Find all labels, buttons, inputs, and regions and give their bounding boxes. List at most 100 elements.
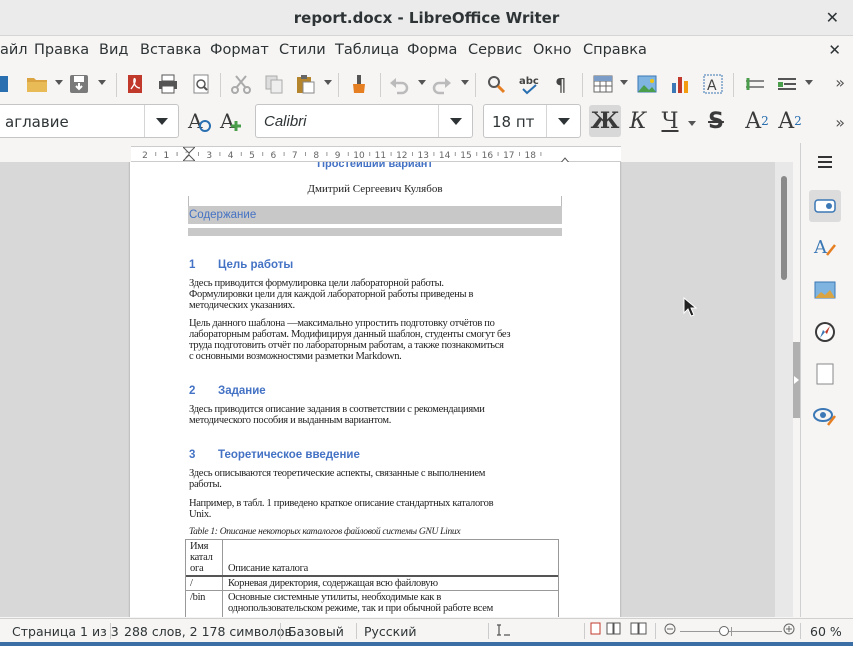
paragraph-style-value: аглавие: [5, 113, 69, 131]
open-folder-icon[interactable]: [24, 71, 50, 97]
insert-mode-icon[interactable]: [496, 622, 512, 641]
menu-edit[interactable]: Правка: [34, 42, 89, 58]
cut-icon[interactable]: [228, 71, 254, 97]
superscript-button[interactable]: A2: [741, 105, 773, 137]
underline-button[interactable]: Ч: [654, 105, 686, 137]
style-inspector-icon[interactable]: [809, 400, 841, 432]
clone-formatting-icon[interactable]: [346, 71, 372, 97]
insert-special-icon[interactable]: [774, 71, 800, 97]
undo-icon[interactable]: [386, 71, 412, 97]
book-view-icon[interactable]: [630, 622, 648, 639]
redo-dropdown-icon[interactable]: [461, 80, 469, 85]
zoom-in-icon[interactable]: [783, 623, 795, 638]
menu-table[interactable]: Таблица: [335, 42, 399, 58]
table-dropdown-icon[interactable]: [620, 80, 628, 85]
underline-dropdown-icon[interactable]: [688, 121, 696, 126]
s2-p1-line: Здесь приводится описание задания в соот…: [189, 404, 485, 415]
document-page[interactable]: Простейший вариант Дмитрий Сергеевич Кул…: [130, 162, 620, 617]
properties-icon[interactable]: [809, 190, 841, 222]
table-cell-name: /bin: [190, 592, 206, 603]
menu-file[interactable]: айл: [0, 42, 28, 58]
styles-icon[interactable]: A: [809, 231, 841, 263]
horizontal-ruler[interactable]: 21123456789101112131415161718: [131, 146, 621, 166]
gallery-icon[interactable]: [809, 274, 841, 306]
new-style-icon[interactable]: A: [216, 105, 248, 137]
print-icon[interactable]: [155, 71, 181, 97]
sidebar-collapse-handle[interactable]: [793, 342, 800, 418]
zoom-level[interactable]: 60 %: [810, 624, 842, 639]
subscript-button[interactable]: A2: [774, 105, 806, 137]
multi-page-view-icon[interactable]: [606, 622, 622, 639]
copy-icon[interactable]: [261, 71, 287, 97]
right-indent-marker-icon[interactable]: [557, 153, 573, 166]
menu-form[interactable]: Форма: [407, 42, 457, 58]
document-close-icon[interactable]: ✕: [828, 41, 841, 59]
formatting-more-icon[interactable]: »: [835, 113, 845, 132]
strikethrough-button[interactable]: S: [700, 105, 732, 137]
paste-dropdown-icon[interactable]: [324, 80, 332, 85]
toolbar-separator: [380, 73, 381, 97]
word-count[interactable]: 288 слов, 2 178 символов: [124, 624, 292, 639]
window-close-button[interactable]: ✕: [826, 8, 839, 27]
formatting-marks-icon[interactable]: ¶: [549, 71, 575, 97]
scrollbar-thumb[interactable]: [781, 176, 787, 280]
menu-tools[interactable]: Сервис: [468, 42, 522, 58]
insert-table-icon[interactable]: [590, 71, 616, 97]
italic-button[interactable]: К: [622, 105, 654, 137]
section-2-number: 2: [189, 385, 196, 397]
menu-help[interactable]: Справка: [583, 42, 647, 58]
paragraph-style-combo[interactable]: аглавие: [0, 104, 179, 138]
zoom-slider-knob[interactable]: [718, 626, 729, 636]
update-style-icon[interactable]: A: [184, 105, 216, 137]
save-icon[interactable]: [66, 71, 92, 97]
font-size-dropdown-icon[interactable]: [546, 105, 580, 137]
special-dropdown-icon[interactable]: [805, 80, 813, 85]
page-count[interactable]: Страница 1 из 3: [12, 624, 119, 639]
ruler-tick-label: 3: [206, 151, 212, 161]
table-caption: Table 1: Описание некоторых каталогов фа…: [189, 527, 461, 537]
spelling-icon[interactable]: abc: [516, 71, 542, 97]
font-name-combo[interactable]: Calibri: [255, 104, 473, 138]
menu-window[interactable]: Окно: [533, 42, 572, 58]
find-replace-icon[interactable]: [483, 71, 509, 97]
navigator-icon[interactable]: [809, 316, 841, 348]
menu-bar: айл Правка Вид Вставка Формат Стили Табл…: [0, 37, 853, 64]
insert-field-icon[interactable]: [742, 71, 768, 97]
undo-dropdown-icon[interactable]: [418, 80, 426, 85]
indent-marker-icon[interactable]: [181, 146, 197, 162]
redo-icon[interactable]: [429, 71, 455, 97]
export-pdf-icon[interactable]: [122, 71, 148, 97]
status-separator: [356, 623, 357, 639]
s2-p1-line: методического пособия и выданным вариант…: [189, 415, 392, 426]
print-preview-icon[interactable]: [188, 71, 214, 97]
status-separator: [655, 623, 656, 639]
menu-styles[interactable]: Стили: [279, 42, 326, 58]
single-page-view-icon[interactable]: [590, 622, 602, 639]
page-style[interactable]: Базовый: [288, 624, 344, 639]
new-document-icon[interactable]: [0, 71, 10, 97]
font-size-combo[interactable]: 18 пт: [483, 104, 581, 138]
insert-image-icon[interactable]: [634, 71, 660, 97]
toolbar-more-icon[interactable]: »: [835, 73, 845, 92]
save-dropdown-icon[interactable]: [98, 80, 106, 85]
svg-text:¶: ¶: [555, 75, 566, 95]
menu-format[interactable]: Формат: [210, 42, 269, 58]
document-area[interactable]: Простейший вариант Дмитрий Сергеевич Кул…: [0, 162, 793, 617]
menu-view[interactable]: Вид: [99, 42, 128, 58]
vertical-scrollbar[interactable]: [775, 162, 793, 617]
insert-textbox-icon[interactable]: A: [700, 71, 726, 97]
paste-icon[interactable]: [292, 71, 318, 97]
font-name-dropdown-icon[interactable]: [438, 105, 472, 137]
zoom-out-icon[interactable]: [664, 623, 676, 638]
insert-chart-icon[interactable]: [667, 71, 693, 97]
doc-subtitle: Простейший вариант: [317, 162, 433, 170]
page-icon[interactable]: [809, 358, 841, 390]
open-dropdown-icon[interactable]: [55, 80, 63, 85]
bold-button[interactable]: Ж: [589, 105, 621, 137]
toolbar-separator: [582, 73, 583, 97]
paragraph-style-dropdown-icon[interactable]: [144, 105, 178, 137]
svg-text:A: A: [219, 109, 235, 133]
language[interactable]: Русский: [364, 624, 416, 639]
sidebar-menu-icon[interactable]: [809, 146, 841, 178]
menu-insert[interactable]: Вставка: [140, 42, 201, 58]
